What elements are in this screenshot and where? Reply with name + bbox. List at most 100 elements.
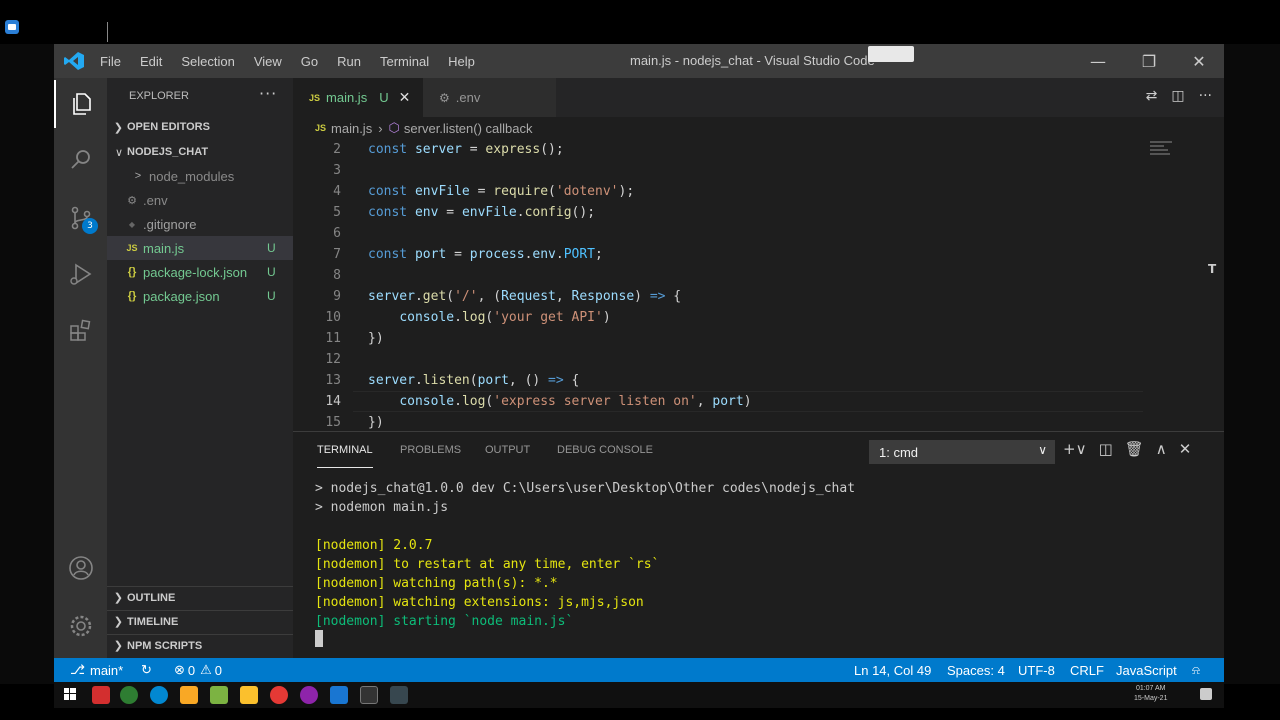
explorer-activity[interactable] bbox=[54, 80, 107, 128]
manage-activity[interactable] bbox=[54, 602, 107, 650]
notepad-icon[interactable] bbox=[210, 686, 228, 704]
cursor-position[interactable]: Ln 14, Col 49 bbox=[854, 658, 931, 682]
outline-section[interactable]: ❯ OUTLINE bbox=[107, 586, 293, 608]
menu-terminal[interactable]: Terminal bbox=[380, 54, 429, 69]
code-line[interactable]: 14 console.log('express server listen on… bbox=[293, 391, 1143, 412]
trash-icon[interactable]: 🗑 bbox=[1125, 440, 1144, 458]
menu-help[interactable]: Help bbox=[448, 54, 475, 69]
code-line[interactable]: 13 server.listen(port, () => { bbox=[293, 370, 1143, 391]
menu-go[interactable]: Go bbox=[301, 54, 318, 69]
app-icon-green[interactable] bbox=[120, 686, 138, 704]
tab-main-js[interactable]: JS main.js U ✕ bbox=[293, 78, 423, 117]
menu-file[interactable]: File bbox=[100, 54, 121, 69]
chrome-icon[interactable] bbox=[270, 686, 288, 704]
code-line[interactable]: 3 bbox=[293, 160, 1143, 181]
tab-output[interactable]: OUTPUT bbox=[485, 432, 530, 468]
timeline-section[interactable]: ❯ TIMELINE bbox=[107, 610, 293, 632]
notifications-bell-icon[interactable]: ⍾ bbox=[1192, 658, 1200, 682]
gear-file-icon: ⚙ bbox=[439, 90, 450, 105]
menu-run[interactable]: Run bbox=[337, 54, 361, 69]
tree-item-node-modules[interactable]: > node_modules bbox=[107, 164, 293, 188]
skype-icon[interactable] bbox=[150, 686, 168, 704]
compare-changes-icon[interactable]: ⇄ bbox=[1146, 88, 1158, 104]
sync-button[interactable]: ↻ bbox=[141, 658, 152, 682]
restore-button[interactable]: ❐ bbox=[1126, 44, 1172, 78]
close-panel-icon[interactable]: ✕ bbox=[1179, 440, 1192, 458]
tab-debug-console[interactable]: DEBUG CONSOLE bbox=[557, 432, 653, 468]
js-file-icon: JS bbox=[309, 92, 321, 103]
open-editors-section[interactable]: ❯ OPEN EDITORS bbox=[107, 116, 293, 138]
vscode-taskbar-icon[interactable] bbox=[330, 686, 348, 704]
tree-item-package-json[interactable]: {} package.json U bbox=[107, 284, 293, 308]
minimap[interactable] bbox=[1148, 139, 1208, 431]
tab-terminal[interactable]: TERMINAL bbox=[317, 432, 373, 468]
code-line[interactable]: 9 server.get('/', (Request, Response) => … bbox=[293, 286, 1143, 307]
json-file-icon: {} bbox=[127, 290, 137, 302]
code-line[interactable]: 8 bbox=[293, 265, 1143, 286]
split-terminal-icon[interactable]: ◫ bbox=[1099, 440, 1113, 458]
search-activity[interactable] bbox=[54, 136, 107, 184]
encoding[interactable]: UTF-8 bbox=[1018, 658, 1055, 682]
tab-problems[interactable]: PROBLEMS bbox=[400, 432, 461, 468]
code-line[interactable]: 12 bbox=[293, 349, 1143, 370]
folder-section[interactable]: ∨ NODEJS_CHAT bbox=[107, 141, 293, 163]
file-explorer-icon[interactable] bbox=[240, 686, 258, 704]
notification-center-icon[interactable] bbox=[1200, 688, 1212, 700]
menu-view[interactable]: View bbox=[254, 54, 282, 69]
maximize-panel-icon[interactable]: ∧ bbox=[1156, 440, 1167, 458]
split-editor-icon[interactable]: ◫ bbox=[1171, 88, 1184, 104]
status-bar: ⎇ main* ↻ ⊗ 0 ⚠ 0 Ln 14, Col 49 Spaces: … bbox=[54, 658, 1224, 682]
branch-indicator[interactable]: ⎇ main* bbox=[70, 658, 123, 682]
code-line[interactable]: 6 bbox=[293, 223, 1143, 244]
code-line[interactable]: 2 const server = express(); bbox=[293, 139, 1143, 160]
terminal-select-value: 1: cmd bbox=[879, 444, 919, 460]
sticky-notes-icon[interactable] bbox=[180, 686, 198, 704]
chevron-right-icon: > bbox=[134, 170, 142, 182]
indentation[interactable]: Spaces: 4 bbox=[947, 658, 1005, 682]
breadcrumb-file[interactable]: main.js bbox=[331, 121, 372, 136]
cmd-icon[interactable] bbox=[360, 686, 378, 704]
chevron-right-icon: › bbox=[378, 120, 383, 136]
sidebar-more-icon[interactable]: ··· bbox=[259, 84, 277, 103]
app-icon-purple[interactable] bbox=[300, 686, 318, 704]
code-line[interactable]: 4 const envFile = require('dotenv'); bbox=[293, 181, 1143, 202]
code-text: const server = express(); bbox=[368, 142, 564, 157]
accounts-activity[interactable] bbox=[54, 544, 107, 592]
menu-edit[interactable]: Edit bbox=[140, 54, 162, 69]
clock[interactable]: 01:07 AM 15-May-21 bbox=[1134, 684, 1167, 704]
app-icon-red[interactable] bbox=[92, 686, 110, 704]
run-debug-icon bbox=[69, 263, 91, 285]
terminal-select[interactable]: 1: cmd ∨ bbox=[869, 440, 1055, 464]
code-line[interactable]: 5 const env = envFile.config(); bbox=[293, 202, 1143, 223]
recorder-icon[interactable] bbox=[5, 20, 19, 34]
code-line[interactable]: 15}) bbox=[293, 412, 1143, 431]
extensions-activity[interactable] bbox=[54, 306, 107, 354]
code-line[interactable]: 10 console.log('your get API') bbox=[293, 307, 1143, 328]
code-line[interactable]: 11}) bbox=[293, 328, 1143, 349]
tree-item-main-js[interactable]: JS main.js U bbox=[107, 236, 293, 260]
minimize-button[interactable]: — bbox=[1075, 44, 1121, 78]
code-text: }) bbox=[368, 415, 384, 430]
close-button[interactable]: ✕ bbox=[1176, 44, 1222, 78]
code-editor[interactable]: 2 const server = express(); 3 4 const envFil… bbox=[293, 139, 1224, 431]
npm-scripts-section[interactable]: ❯ NPM SCRIPTS bbox=[107, 634, 293, 656]
language-mode[interactable]: JavaScript bbox=[1116, 658, 1177, 682]
line-number: 7 bbox=[333, 247, 341, 262]
new-terminal-icon[interactable]: +∨ bbox=[1063, 440, 1087, 458]
problems-indicator[interactable]: ⊗ 0 ⚠ 0 bbox=[174, 658, 222, 682]
windows-start-icon[interactable] bbox=[64, 688, 76, 700]
source-control-activity[interactable]: 3 bbox=[54, 194, 107, 242]
breadcrumb-symbol[interactable]: server.listen() callback bbox=[404, 121, 533, 136]
more-actions-icon[interactable]: ··· bbox=[1199, 88, 1212, 104]
tree-item-env[interactable]: ⚙ .env bbox=[107, 188, 293, 212]
screen-overlay-control[interactable] bbox=[868, 46, 914, 62]
tree-item-package-lock[interactable]: {} package-lock.json U bbox=[107, 260, 293, 284]
tab-env[interactable]: ⚙ .env bbox=[423, 78, 556, 117]
tree-item-gitignore[interactable]: ◆ .gitignore bbox=[107, 212, 293, 236]
menu-selection[interactable]: Selection bbox=[181, 54, 234, 69]
app-icon-blue-gray[interactable] bbox=[390, 686, 408, 704]
close-tab-icon[interactable]: ✕ bbox=[399, 89, 411, 106]
code-line[interactable]: 7 const port = process.env.PORT; bbox=[293, 244, 1143, 265]
end-of-line[interactable]: CRLF bbox=[1070, 658, 1104, 682]
run-debug-activity[interactable] bbox=[54, 250, 107, 298]
